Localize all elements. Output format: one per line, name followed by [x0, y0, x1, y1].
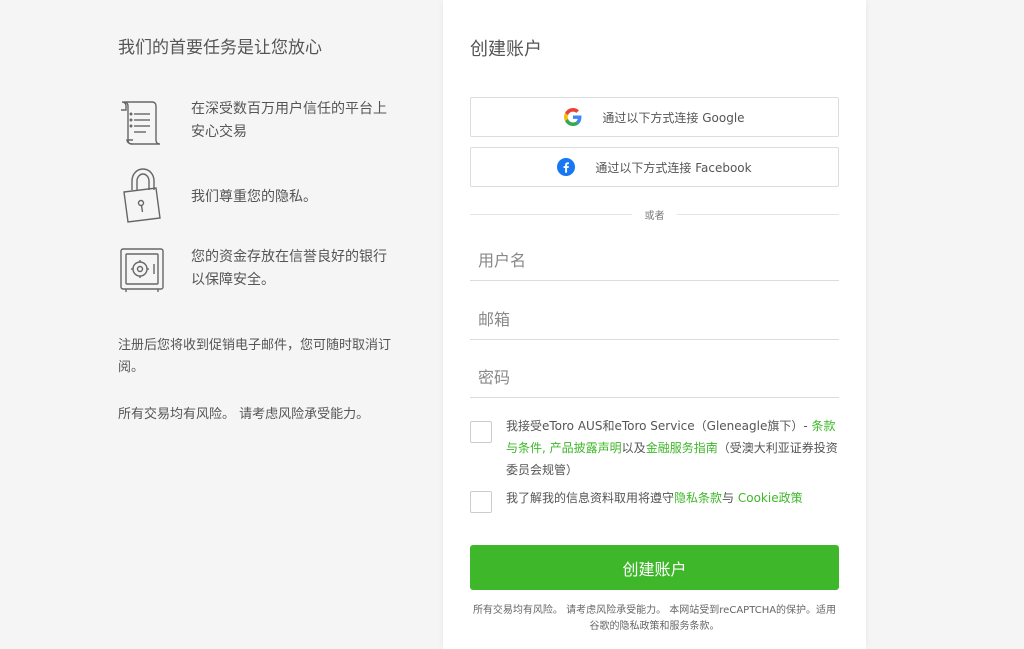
- scroll-list-icon: [118, 98, 166, 148]
- terms-sep: 以及: [621, 441, 646, 455]
- form-title: 创建账户: [470, 39, 542, 60]
- signup-card: 创建账户 通过以下方式连接 Google 通过以下方式连接 Facebook 或…: [443, 0, 866, 649]
- cookie-policy-link[interactable]: Cookie政策: [738, 491, 803, 505]
- product-disclosure-link[interactable]: 产品披露声明: [550, 441, 622, 455]
- privacy-policy-link[interactable]: 隐私条款: [674, 491, 722, 505]
- email-input[interactable]: [470, 300, 839, 340]
- username-input[interactable]: [470, 241, 839, 281]
- privacy-prefix: 我了解我的信息资料取用将遵守: [506, 491, 675, 505]
- facebook-connect-button[interactable]: 通过以下方式连接 Facebook: [470, 147, 839, 187]
- safe-vault-icon: [118, 246, 166, 296]
- feature-privacy: 我们尊重您的隐私。: [118, 166, 391, 223]
- feature-secure-funds: 您的资金存放在信誉良好的银行以保障安全。: [118, 246, 391, 296]
- facebook-logo-icon: [557, 158, 576, 176]
- terms-text: 我接受eToro AUS和eToro Service（Gleneagle旗下）-…: [506, 415, 838, 481]
- trust-heading: 我们的首要任务是让您放心: [118, 38, 322, 58]
- privacy-text: 我了解我的信息资料取用将遵守隐私条款与 Cookie政策: [506, 487, 838, 509]
- feature-text: 在深受数百万用户信任的平台上安心交易: [191, 101, 387, 140]
- feature-text: 您的资金存放在信誉良好的银行以保障安全。: [191, 249, 387, 288]
- google-connect-button[interactable]: 通过以下方式连接 Google: [470, 97, 839, 137]
- google-logo-icon: [564, 108, 582, 126]
- risk-note: 所有交易均有风险。 请考虑风险承受能力。: [118, 407, 370, 422]
- terms-prefix: 我接受eToro AUS和eToro Service（Gleneagle旗下）-: [506, 419, 812, 433]
- or-divider: 或者: [470, 206, 839, 222]
- financial-services-guide-link[interactable]: 金融服务指南: [646, 441, 718, 455]
- privacy-checkbox[interactable]: [470, 491, 492, 513]
- promo-email-note: 注册后您将收到促销电子邮件，您可随时取消订阅。: [118, 338, 392, 375]
- facebook-connect-label: 通过以下方式连接 Facebook: [595, 160, 752, 175]
- padlock-icon: [118, 166, 166, 223]
- password-input[interactable]: [470, 358, 839, 398]
- terms-checkbox[interactable]: [470, 421, 492, 443]
- create-account-button[interactable]: 创建账户: [470, 545, 839, 590]
- signup-page: 我们的首要任务是让您放心 在深受数百万用户信任的平台上安心交易 我们尊重您的隐私…: [0, 0, 1024, 649]
- google-connect-label: 通过以下方式连接 Google: [602, 110, 745, 125]
- privacy-sep: 与: [722, 491, 738, 505]
- feature-trusted-platform: 在深受数百万用户信任的平台上安心交易: [118, 98, 391, 148]
- terms-sep: ,: [542, 441, 550, 455]
- recaptcha-footer-note: 所有交易均有风险。 请考虑风险承受能力。 本网站受到reCAPTCHA的保护。适…: [472, 605, 837, 632]
- divider-line: [677, 214, 839, 215]
- feature-text: 我们尊重您的隐私。: [191, 189, 317, 205]
